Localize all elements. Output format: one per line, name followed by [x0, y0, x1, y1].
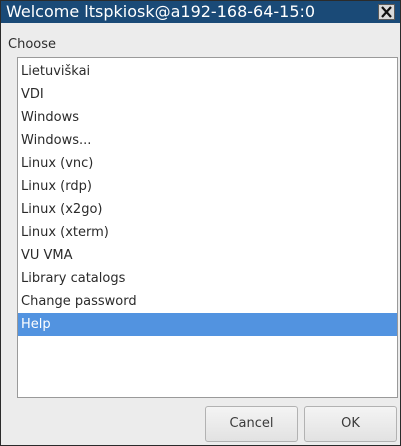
close-x-icon — [381, 6, 392, 18]
list-item-lietuviskai[interactable]: Lietuviškai — [18, 60, 397, 83]
window-title: Welcome ltspkiosk@a192-168-64-15:0 — [6, 2, 316, 21]
list-item-change-password[interactable]: Change password — [18, 290, 397, 313]
ok-button[interactable]: OK — [304, 406, 397, 442]
dialog-window: Welcome ltspkiosk@a192-168-64-15:0 Choos… — [0, 0, 401, 446]
list-item-help[interactable]: Help — [18, 313, 397, 336]
list-item-windows[interactable]: Windows — [18, 106, 397, 129]
list-item-linux-vnc[interactable]: Linux (vnc) — [18, 152, 397, 175]
list-item-vu-vma[interactable]: VU VMA — [18, 244, 397, 267]
choose-label: Choose — [8, 37, 56, 52]
list-item-vdi[interactable]: VDI — [18, 83, 397, 106]
title-bar[interactable]: Welcome ltspkiosk@a192-168-64-15:0 — [1, 1, 400, 23]
cancel-button[interactable]: Cancel — [205, 406, 298, 442]
list-item-linux-x2go[interactable]: Linux (x2go) — [18, 198, 397, 221]
list-item-linux-xterm[interactable]: Linux (xterm) — [18, 221, 397, 244]
list-item-linux-rdp[interactable]: Linux (rdp) — [18, 175, 397, 198]
list-item-library-catalogs[interactable]: Library catalogs — [18, 267, 397, 290]
options-list[interactable]: Lietuviškai VDI Windows Windows... Linux… — [17, 57, 398, 398]
list-item-windows-more[interactable]: Windows... — [18, 129, 397, 152]
close-button[interactable] — [378, 4, 395, 20]
